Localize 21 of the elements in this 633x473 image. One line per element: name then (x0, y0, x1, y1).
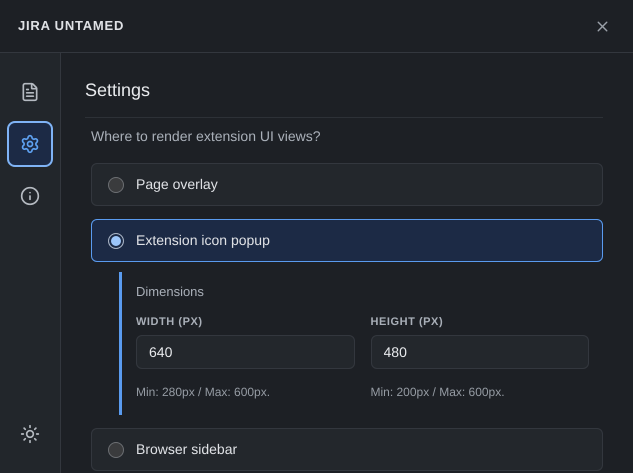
radio-icon (108, 176, 124, 192)
settings-icon (20, 134, 40, 154)
input-field[interactable]: 640 (136, 335, 354, 369)
radio-option[interactable]: Extension icon popup (91, 219, 603, 262)
dimensions-heading: Dimensions (136, 283, 205, 301)
radio-icon (108, 442, 124, 458)
sidebar-tab[interactable] (7, 121, 53, 167)
sun-icon (20, 424, 40, 444)
question-label: Where to render extension UI views? (91, 127, 322, 146)
field-hint: Min: 280px / Max: 600px. (136, 384, 272, 401)
input-field[interactable]: 480 (370, 335, 589, 369)
field-label: HEIGHT (PX) (370, 314, 444, 330)
settings-title: Settings (85, 79, 152, 101)
radio-option[interactable]: Page overlay (91, 163, 603, 206)
radio-icon (108, 232, 124, 248)
info-icon (20, 186, 40, 206)
radio-option[interactable]: Browser sidebar (91, 428, 603, 471)
window-title: JIRA UNTAMED (18, 17, 124, 36)
document-icon (20, 82, 40, 102)
field-hint: Min: 200px / Max: 600px. (370, 384, 506, 401)
field-label: WIDTH (PX) (136, 314, 204, 330)
